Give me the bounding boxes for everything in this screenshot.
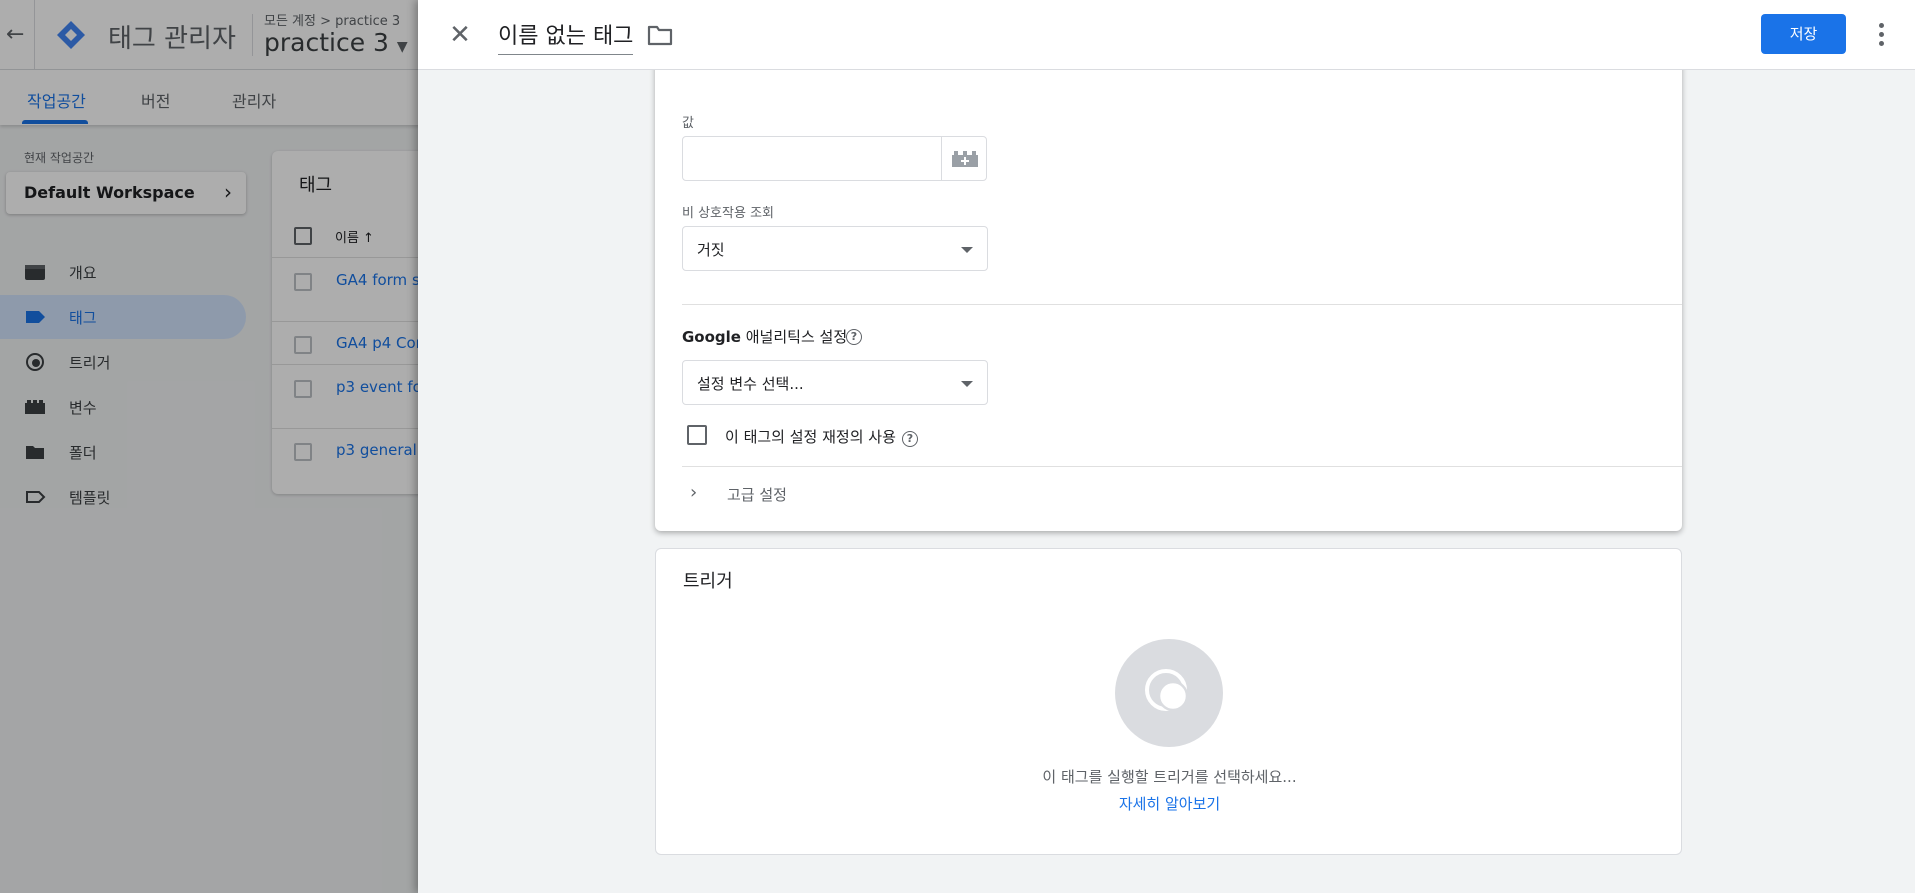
more-dot: [1879, 32, 1884, 37]
override-settings-checkbox[interactable]: [687, 425, 707, 445]
variable-add-icon: [952, 151, 978, 167]
non-interaction-select[interactable]: 거짓: [682, 226, 988, 271]
select-value: 설정 변수 선택...: [697, 375, 804, 393]
tag-configuration-card: 값 비 상호작용 조회 거짓 Google 애널리틱스 설정 ? 설정 변수 선…: [655, 24, 1682, 531]
help-icon[interactable]: ?: [902, 431, 918, 447]
more-dot: [1879, 23, 1884, 28]
section-divider: [682, 304, 1682, 305]
value-label: 값: [682, 116, 694, 131]
tag-editor-panel: ✕ 이름 없는 태그 저장 값 비 상호작용 조회 거짓 Google 애널리틱…: [418, 0, 1915, 893]
panel-header: ✕ 이름 없는 태그 저장: [418, 0, 1915, 70]
dropdown-arrow-icon: [961, 381, 973, 387]
ga-settings-title-rest: 애널리틱스 설정: [740, 328, 848, 346]
override-settings-label: 이 태그의 설정 재정의 사용: [725, 428, 896, 446]
chevron-right-icon: ›: [690, 482, 698, 503]
advanced-settings-toggle[interactable]: › 고급 설정: [682, 466, 1682, 526]
folder-icon[interactable]: [646, 22, 674, 48]
ga-settings-variable-select[interactable]: 설정 변수 선택...: [682, 360, 988, 405]
trigger-card-title: 트리거: [683, 571, 733, 592]
advanced-settings-label: 고급 설정: [727, 486, 787, 504]
add-trigger-button[interactable]: [1115, 639, 1223, 747]
triggering-card: 트리거 이 태그를 실행할 트리거를 선택하세요... 자세히 알아보기: [655, 548, 1682, 855]
ga-settings-title-bold: Google: [682, 328, 741, 346]
non-interaction-label: 비 상호작용 조회: [682, 206, 774, 221]
dropdown-arrow-icon: [961, 247, 973, 253]
learn-more-link[interactable]: 자세히 알아보기: [656, 793, 1683, 814]
modal-scrim[interactable]: [0, 0, 418, 893]
help-icon[interactable]: ?: [846, 329, 862, 345]
save-button[interactable]: 저장: [1761, 14, 1846, 54]
trigger-icon: [1145, 669, 1189, 712]
variable-picker-button[interactable]: [941, 136, 987, 181]
ga-settings-title: Google 애널리틱스 설정: [682, 326, 847, 347]
value-input[interactable]: [682, 136, 942, 181]
select-value: 거짓: [697, 241, 725, 259]
more-dot: [1879, 41, 1884, 46]
more-vert-icon[interactable]: [1870, 18, 1894, 52]
trigger-hint-text: 이 태그를 실행할 트리거를 선택하세요...: [1042, 768, 1297, 786]
tag-name-field[interactable]: 이름 없는 태그: [498, 18, 634, 55]
close-icon[interactable]: ✕: [444, 19, 476, 51]
